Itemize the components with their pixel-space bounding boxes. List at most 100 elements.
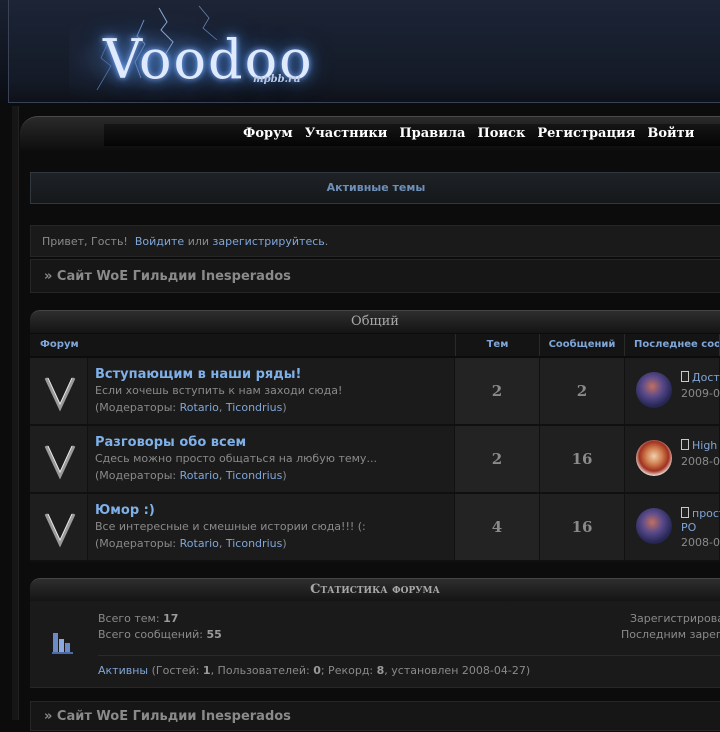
moderator-link-rotario[interactable]: Rotario (180, 469, 219, 482)
col-forum: Форум (30, 334, 456, 356)
last-post-date: 2009-04- (681, 387, 720, 400)
users-count: 0 (313, 664, 321, 677)
register-link[interactable]: зарегистрируйтесь (213, 235, 325, 248)
document-icon (681, 439, 689, 450)
forum-moderators: (Модераторы: Rotario, Ticondrius) (95, 469, 287, 482)
forum-last-post: Достойны 2009-04- (625, 358, 720, 424)
stats-topics-label: Всего тем: (98, 612, 160, 625)
guests-count: 1 (202, 664, 211, 677)
moderator-link-ticondrius[interactable]: Ticondrius (226, 401, 282, 414)
last-post-link[interactable]: просто п (681, 507, 720, 520)
mods-prefix: (Модераторы: (95, 469, 177, 482)
forum-row: Вступающим в наши ряды! Если хочешь всту… (30, 358, 720, 426)
moderator-link-rotario[interactable]: Rotario (180, 537, 219, 550)
forum-title-link[interactable]: Юмор :) (95, 503, 155, 518)
active-topics-link[interactable]: Активные темы (30, 172, 720, 204)
mods-prefix: (Модераторы: (95, 537, 177, 550)
forum-v-icon (44, 513, 76, 548)
site-header: Voodoo mpbb.ru (0, 0, 720, 106)
forum-moderators: (Модераторы: Rotario, Ticondrius) (95, 537, 287, 550)
greeting-text: Привет, Гость! (42, 235, 128, 248)
document-icon (681, 371, 689, 382)
forum-topic-count: 2 (455, 358, 540, 424)
forum-last-post: High Pr 2008-05- (625, 426, 720, 492)
forum-moderators: (Модераторы: Rotario, Ticondrius) (95, 401, 287, 414)
nav-users[interactable]: Участники (305, 126, 388, 141)
users-label: , Пользователей: (210, 664, 310, 677)
forum-topic-count: 4 (455, 494, 540, 560)
category-title: Общий (30, 310, 720, 333)
stats-total-topics: Всего тем: 17 (98, 612, 178, 625)
nav-login[interactable]: Войти (647, 126, 694, 141)
mods-sep: , (218, 469, 223, 482)
greeting-or: или (187, 235, 210, 248)
mods-suffix: ) (282, 469, 287, 482)
stats-registered: Зарегистрировано (630, 612, 720, 625)
greeting-suffix: . (324, 235, 329, 248)
document-icon (681, 507, 689, 518)
nav-register[interactable]: Регистрация (537, 126, 635, 141)
last-post-link[interactable]: High Pr (681, 439, 720, 452)
breadcrumb-bottom[interactable]: » Сайт WoE Гильдии Inesperados (30, 701, 720, 731)
forum-title-link[interactable]: Вступающим в наши ряды! (95, 367, 301, 382)
avatar[interactable] (636, 440, 672, 476)
last-post-title: Достойны (692, 371, 720, 384)
login-link[interactable]: Войдите (135, 235, 184, 248)
forum-description: Сдесь можно просто общаться на любую тем… (95, 452, 377, 465)
forum-post-count: 16 (540, 494, 625, 560)
logo-subtitle: mpbb.ru (253, 74, 301, 85)
last-post-link[interactable]: Достойны (681, 371, 720, 384)
forum-description: Если хочешь вступить к нам заходи сюда! (95, 384, 343, 397)
stats-divider (98, 655, 720, 656)
last-post-title: просто п (692, 507, 720, 520)
active-users-link[interactable]: Активны (98, 664, 148, 677)
stats-last-registered: Последним зарегис (621, 628, 720, 641)
record-label: ; Рекорд: (320, 664, 374, 677)
mods-suffix: ) (282, 401, 287, 414)
record-date: , установлен 2008-04-27) (384, 664, 531, 677)
guest-greeting: Привет, Гость! Войдите или зарегистрируй… (30, 225, 720, 257)
stats-posts-label: Всего сообщений: (98, 628, 203, 641)
mods-prefix: (Модераторы: (95, 401, 177, 414)
forum-info: Разговоры обо всем Сдесь можно просто об… (88, 426, 455, 492)
nav-forum[interactable]: Форум (243, 126, 293, 141)
last-post-date: 2008-05- (681, 536, 720, 549)
last-post-title-wrap[interactable]: РО (681, 521, 696, 534)
forum-post-count: 2 (540, 358, 625, 424)
header-banner: Voodoo mpbb.ru (8, 0, 720, 103)
stats-posts-value: 55 (206, 628, 222, 641)
stats-online: Активны (Гостей: 1, Пользователей: 0; Ре… (98, 664, 530, 677)
moderator-link-ticondrius[interactable]: Ticondrius (226, 469, 282, 482)
forum-post-count: 16 (540, 426, 625, 492)
forum-v-icon (44, 445, 76, 480)
forum-info: Вступающим в наши ряды! Если хочешь всту… (88, 358, 455, 424)
forum-stats: Всего тем: 17 Всего сообщений: 55 Зареги… (30, 601, 720, 688)
stats-title: Статистика форума (30, 578, 720, 601)
breadcrumb[interactable]: » Сайт WoE Гильдии Inesperados (30, 259, 720, 293)
last-post-date: 2008-05- (681, 455, 720, 468)
left-rail (12, 106, 19, 720)
nav-search[interactable]: Поиск (477, 126, 525, 141)
forum-icon-cell (30, 358, 88, 424)
col-last-post: Последнее сообщение (625, 334, 720, 356)
avatar[interactable] (636, 508, 672, 544)
nav-rules[interactable]: Правила (399, 126, 465, 141)
last-post-title: High Pr (692, 439, 720, 452)
stats-total-posts: Всего сообщений: 55 (98, 628, 222, 641)
forum-title-link[interactable]: Разговоры обо всем (95, 435, 246, 450)
forum-icon-cell (30, 426, 88, 492)
mods-sep: , (218, 401, 223, 414)
forum-row: Юмор :) Все интересные и смешные истории… (30, 494, 720, 562)
forum-description: Все интересные и смешные истории сюда!!!… (95, 520, 366, 533)
moderator-link-ticondrius[interactable]: Ticondrius (226, 537, 282, 550)
forum-row: Разговоры обо всем Сдесь можно просто об… (30, 426, 720, 494)
forum-icon-cell (30, 494, 88, 560)
avatar[interactable] (636, 372, 672, 408)
main-nav: Форум Участники Правила Поиск Регистраци… (243, 126, 706, 141)
forum-last-post: просто п РО 2008-05- (625, 494, 720, 560)
forum-info: Юмор :) Все интересные и смешные истории… (88, 494, 455, 560)
mods-sep: , (218, 537, 223, 550)
moderator-link-rotario[interactable]: Rotario (180, 401, 219, 414)
forum-topic-count: 2 (455, 426, 540, 492)
col-posts: Сообщений (540, 334, 625, 356)
